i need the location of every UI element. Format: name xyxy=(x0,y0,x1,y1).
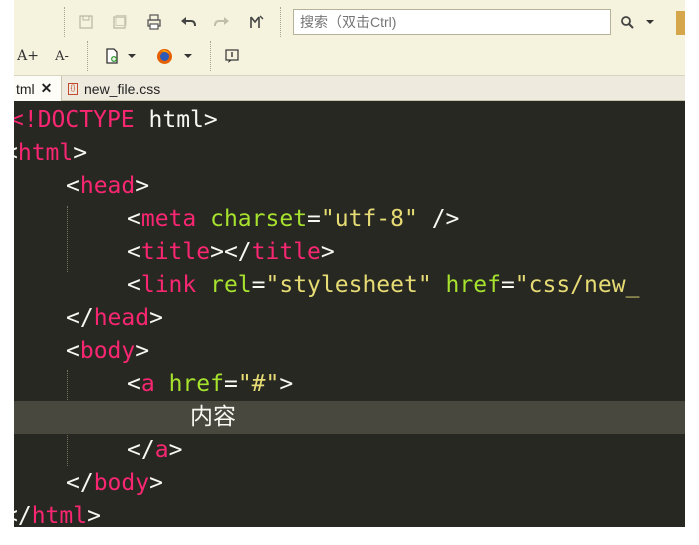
format-button[interactable] xyxy=(246,12,266,32)
code-editor[interactable]: <!DOCTYPE html> <html> <head> <meta char… xyxy=(14,101,685,527)
code-line: </html> xyxy=(14,503,101,527)
format-icon xyxy=(250,15,264,28)
dropdown-arrow-icon xyxy=(128,54,136,58)
code-line: <title></title> xyxy=(127,239,335,265)
font-decrease-icon: A- xyxy=(55,48,69,64)
new-file-dropdown[interactable] xyxy=(126,46,138,66)
code-line: </body> xyxy=(66,470,163,496)
redo-icon xyxy=(214,17,229,27)
print-icon xyxy=(147,14,161,30)
dropdown-arrow-icon xyxy=(646,20,654,24)
undo-icon xyxy=(181,17,196,27)
code-line: <head> xyxy=(66,173,150,199)
redo-button[interactable] xyxy=(212,12,232,32)
print-button[interactable] xyxy=(144,12,164,32)
tab-bar: tml ✕ {} new_file.css xyxy=(14,75,685,101)
code-line: <body> xyxy=(66,338,150,364)
search-dropdown[interactable] xyxy=(640,12,660,32)
font-increase-icon: A+ xyxy=(17,48,39,64)
indent-guide xyxy=(67,206,68,272)
search-icon xyxy=(621,16,634,29)
undo-button[interactable] xyxy=(178,12,198,32)
save-all-icon xyxy=(113,15,127,29)
toolbar-separator xyxy=(64,7,66,37)
save-button[interactable] xyxy=(76,12,96,32)
code-line: </a> xyxy=(127,437,183,463)
info-button[interactable] xyxy=(222,46,242,66)
code-line: <!DOCTYPE html> xyxy=(14,107,218,133)
save-all-button[interactable] xyxy=(110,12,130,32)
firefox-icon xyxy=(156,48,172,64)
search-input[interactable] xyxy=(293,9,611,35)
tab-new-file-css[interactable]: {} new_file.css xyxy=(68,76,178,101)
info-icon xyxy=(225,49,239,63)
editor-window: A+ A- tml ✕ {} new_file.css xyxy=(14,0,685,527)
font-increase-button[interactable]: A+ xyxy=(16,46,40,66)
toolbar: A+ A- xyxy=(14,0,685,75)
css-file-icon: {} xyxy=(68,82,78,95)
search-button[interactable] xyxy=(617,12,637,32)
browser-dropdown[interactable] xyxy=(182,46,194,66)
toolbar-separator xyxy=(87,41,89,71)
code-line: <link rel="stylesheet" href="css/new_ xyxy=(127,272,640,298)
panel-edge xyxy=(676,11,685,35)
code-line: </head> xyxy=(66,305,163,331)
toolbar-separator xyxy=(280,7,282,37)
toolbar-separator xyxy=(210,41,212,71)
font-decrease-button[interactable]: A- xyxy=(50,46,74,66)
close-icon[interactable]: ✕ xyxy=(41,80,53,97)
tab-html[interactable]: tml ✕ xyxy=(14,76,62,101)
save-icon xyxy=(79,15,93,29)
tab-label: tml xyxy=(16,80,35,97)
code-line-current: 内容 xyxy=(14,401,685,434)
code-line: <meta charset="utf-8" /> xyxy=(127,206,460,232)
run-in-browser-button[interactable] xyxy=(154,46,174,66)
tab-label: new_file.css xyxy=(84,80,161,97)
new-file-button[interactable] xyxy=(102,46,122,66)
dropdown-arrow-icon xyxy=(184,54,192,58)
new-file-icon xyxy=(106,48,118,64)
code-line: <html> xyxy=(14,140,88,166)
code-line: <a href="#"> xyxy=(127,371,294,397)
